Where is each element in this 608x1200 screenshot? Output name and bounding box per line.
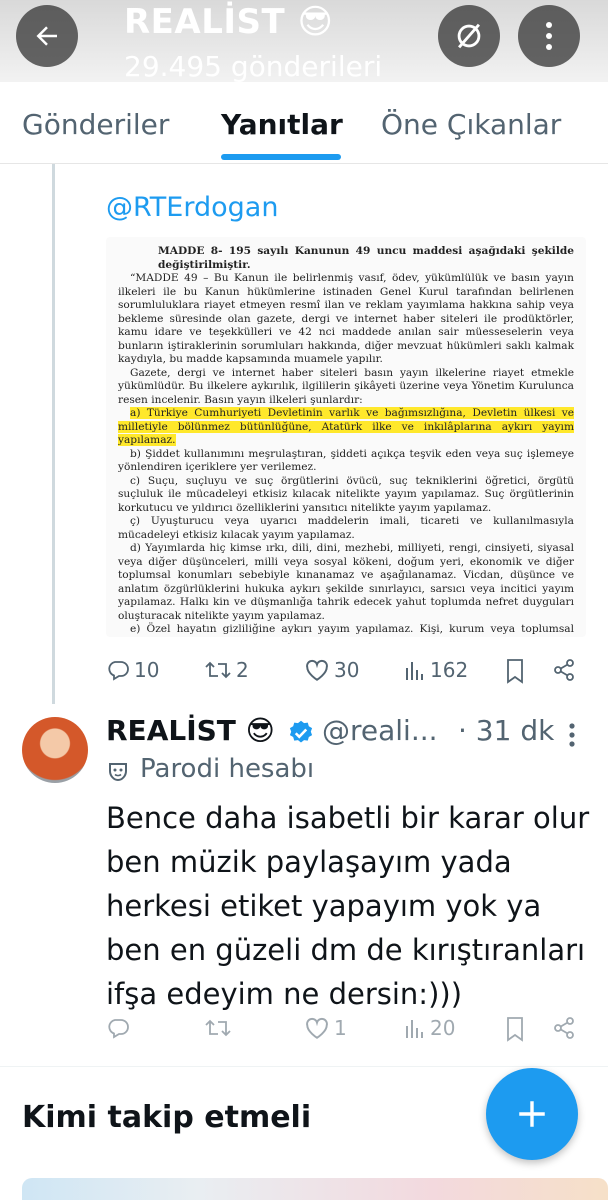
repost-button[interactable]: 2 (204, 658, 249, 682)
document-item: ç) Uyuşturucu veya uyarıcı maddelerin im… (118, 515, 574, 541)
reply-tweet-actions: 1 20 (0, 1012, 608, 1052)
like-button[interactable]: 1 (304, 1016, 347, 1040)
like-count: 1 (334, 1016, 347, 1040)
header-title: REALİST 😎 (124, 2, 334, 42)
repost-count: 2 (236, 658, 249, 682)
avatar[interactable] (22, 717, 88, 783)
vertical-dots-icon (546, 22, 552, 50)
reply-author-name[interactable]: REALİST 😎 (106, 714, 275, 747)
tab-replies[interactable]: Yanıtlar (221, 108, 343, 141)
reply-author-handle[interactable]: @reali... (322, 714, 438, 747)
who-to-follow-heading: Kimi takip etmeli (22, 1100, 312, 1135)
parody-mask-icon (109, 763, 127, 782)
document-item: c) Suçu, suçluyu ve suç örgütlerini övüc… (118, 474, 574, 514)
comment-icon (108, 1019, 129, 1039)
share-button[interactable] (552, 1016, 576, 1040)
document-heading: MADDE 8- 195 sayılı Kanunun 49 uncu madd… (158, 245, 574, 271)
active-tab-indicator (221, 154, 341, 160)
header-post-count: 29.495 gönderileri (124, 50, 383, 82)
parody-account-label: Parodi hesabı (140, 754, 315, 784)
attached-document-image[interactable]: MADDE 8- 195 sayılı Kanunun 49 uncu madd… (106, 237, 586, 637)
document-item: e) Özel hayatın gizliliğine aykırı yayım… (118, 623, 574, 637)
like-count: 30 (334, 658, 360, 682)
tab-posts[interactable]: Gönderiler (22, 108, 169, 141)
share-icon (554, 659, 574, 681)
comment-icon (108, 661, 129, 681)
highlighted-clause: a) Türkiye Cumhuriyeti Devletinin varlık… (118, 407, 574, 446)
verified-badge-icon (289, 720, 313, 743)
profile-tabs: Gönderiler Yanıtlar Öne Çıkanlar (0, 82, 608, 164)
plus-icon (519, 1101, 545, 1127)
suggestion-banner-image[interactable] (22, 1178, 608, 1200)
compose-button[interactable] (486, 1068, 578, 1160)
reply-text: Bence daha isabetli bir karar olur ben m… (106, 801, 590, 1011)
document-item: b) Şiddet kullanımını meşrulaştıran, şid… (118, 447, 574, 474)
like-button[interactable]: 30 (304, 658, 359, 682)
document-item: d) Yayımlarda hiç kimse ırkı, dili, dini… (118, 542, 574, 622)
view-count: 20 (430, 1016, 456, 1040)
more-options-button[interactable] (518, 5, 580, 67)
share-button[interactable] (552, 658, 576, 682)
more-icon[interactable] (568, 722, 576, 748)
views-button[interactable]: 162 (404, 658, 468, 682)
bookmark-button[interactable] (505, 1016, 525, 1042)
reply-count: 10 (134, 658, 160, 682)
reply-timestamp: · 31 dk (458, 714, 555, 747)
thread-line (52, 164, 55, 704)
reply-button[interactable]: 10 (106, 658, 159, 682)
view-count: 162 (430, 658, 469, 682)
bar-chart-icon (406, 1020, 423, 1038)
bookmark-icon (507, 659, 523, 684)
repost-icon (205, 661, 231, 679)
arrow-left-icon (36, 26, 57, 46)
share-icon (554, 1017, 574, 1039)
reply-button[interactable] (106, 1016, 130, 1040)
heart-icon (306, 659, 328, 681)
views-button[interactable]: 20 (404, 1016, 455, 1040)
section-divider (0, 1066, 608, 1067)
tab-highlights[interactable]: Öne Çıkanlar (381, 108, 561, 141)
tweet-actions: 10 2 30 162 (0, 654, 608, 694)
hide-media-button[interactable] (438, 5, 500, 67)
heart-icon (306, 1017, 328, 1039)
bookmark-icon (507, 1017, 523, 1042)
mention-link[interactable]: @RTErdogan (106, 192, 278, 223)
bar-chart-icon (406, 662, 423, 680)
document-paragraph: Gazete, dergi ve internet haber siteleri… (118, 366, 574, 406)
bookmark-button[interactable] (505, 658, 525, 684)
profile-header: REALİST 😎 29.495 gönderileri (0, 0, 608, 82)
no-media-icon (457, 23, 481, 49)
repost-button[interactable] (204, 1016, 232, 1040)
back-button[interactable] (16, 5, 78, 67)
document-paragraph: “MADDE 49 – Bu Kanun ile belirlenmiş vas… (118, 272, 574, 365)
repost-icon (205, 1019, 231, 1037)
